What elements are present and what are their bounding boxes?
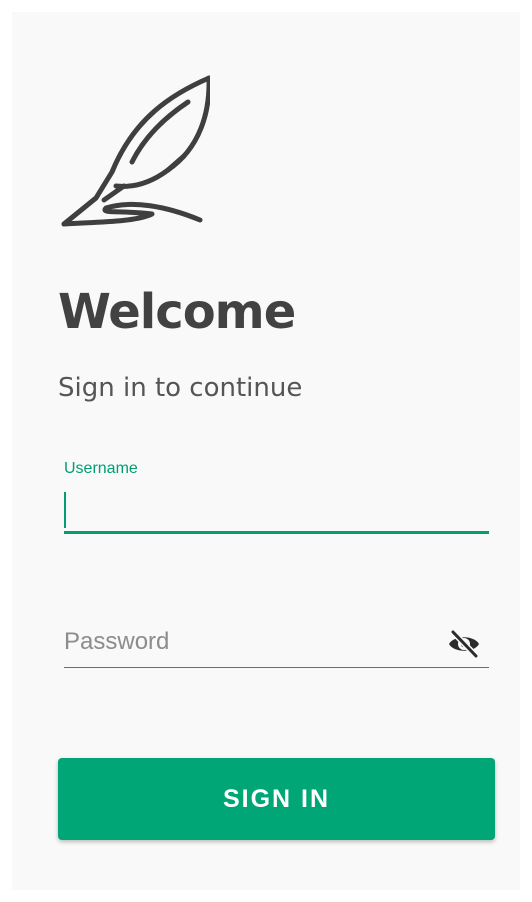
feather-quill-icon — [61, 75, 210, 227]
login-screen: Welcome Sign in to continue Username Pas… — [12, 12, 520, 890]
password-underline — [64, 667, 489, 668]
username-underline — [64, 531, 489, 534]
password-field[interactable]: Password — [64, 622, 489, 668]
sign-in-label: SIGN IN — [222, 784, 331, 813]
text-cursor — [64, 492, 66, 528]
username-field[interactable]: Username — [64, 460, 489, 534]
page-title: Welcome — [58, 284, 296, 340]
username-label: Username — [64, 460, 138, 477]
password-placeholder: Password — [64, 628, 170, 655]
sign-in-button[interactable]: SIGN IN — [58, 758, 495, 840]
page-subtitle: Sign in to continue — [58, 373, 303, 403]
eye-off-icon[interactable] — [447, 630, 481, 658]
